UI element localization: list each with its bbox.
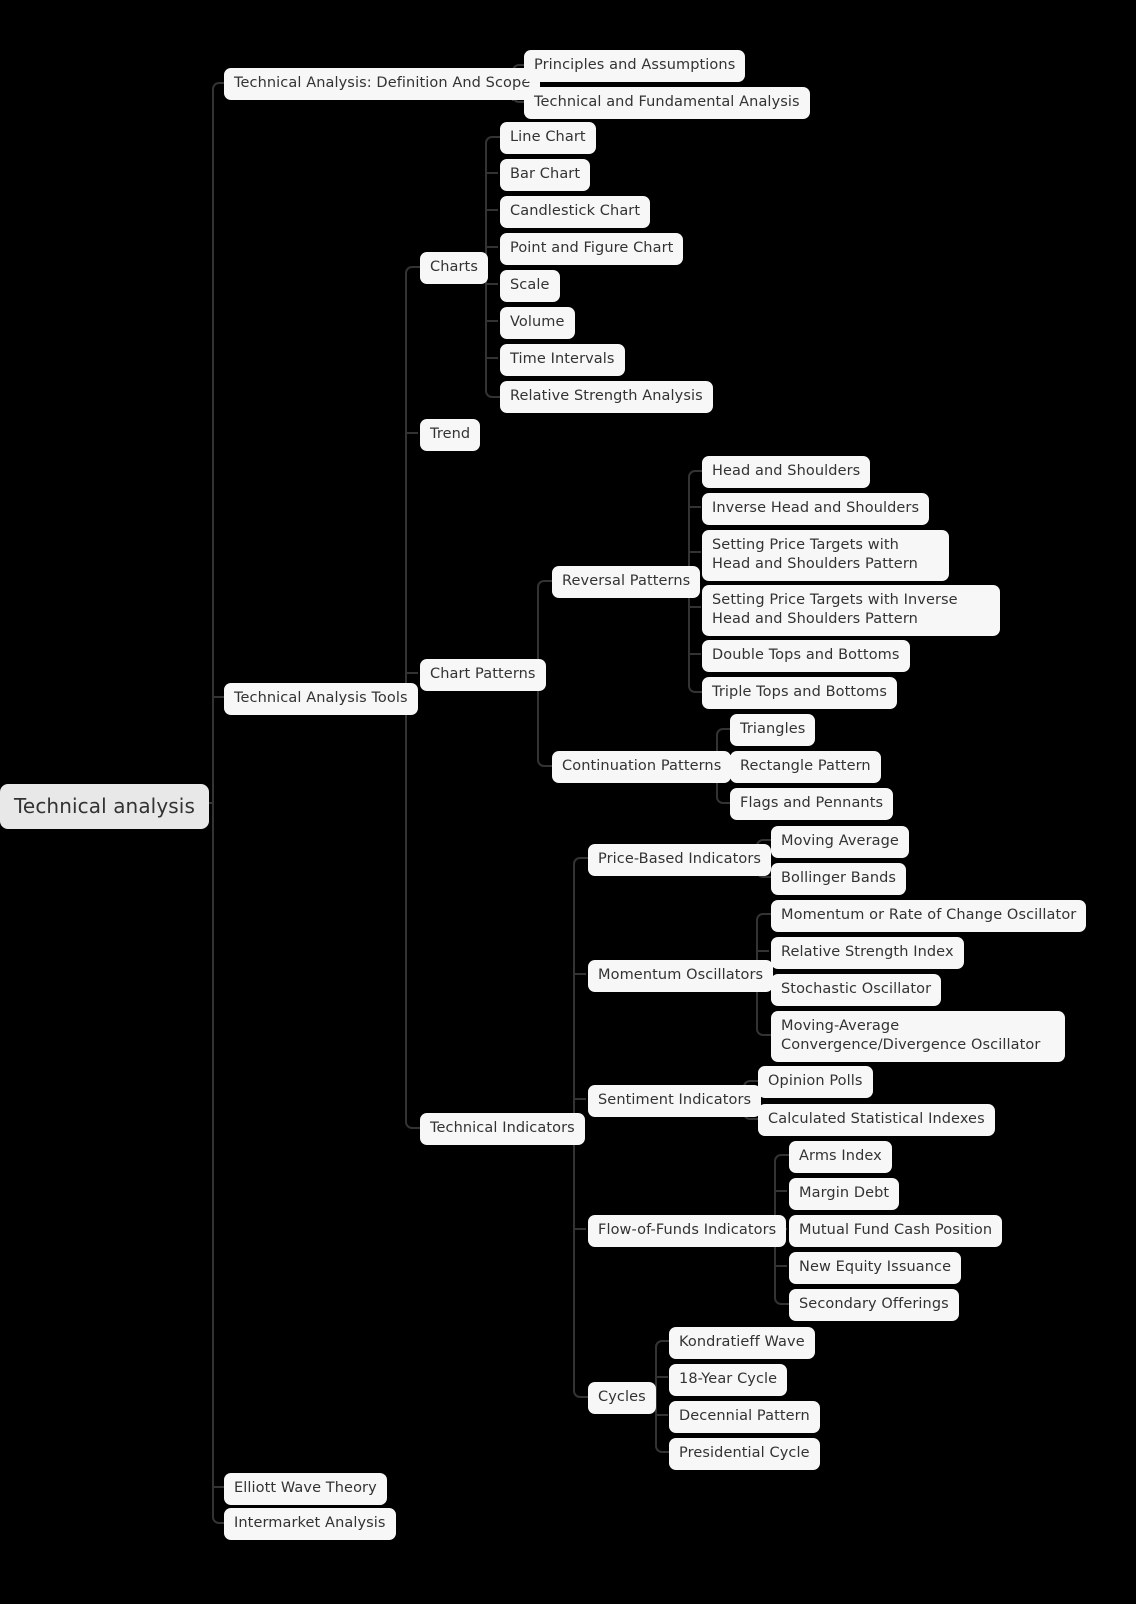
node-calculated-statistical-indexes[interactable]: Calculated Statistical Indexes xyxy=(758,1104,995,1136)
connector-charts-child-4 xyxy=(485,283,498,285)
node-intermarket-analysis[interactable]: Intermarket Analysis xyxy=(224,1508,396,1540)
node-candlestick-chart[interactable]: Candlestick Chart xyxy=(500,196,651,228)
node-relative-strength-analysis[interactable]: Relative Strength Analysis xyxy=(500,381,713,413)
connector-momentum-child-3 xyxy=(756,1026,771,1036)
connector-indicators-sentiment xyxy=(573,1098,586,1100)
connector-charts-child-6 xyxy=(485,357,498,359)
node-elliott-wave-theory[interactable]: Elliott Wave Theory xyxy=(224,1473,387,1505)
connector-charts-child-1 xyxy=(485,172,498,174)
connector-reversal-child-1 xyxy=(688,506,701,508)
node-secondary-offerings[interactable]: Secondary Offerings xyxy=(789,1289,959,1321)
node-principles-and-assumptions[interactable]: Principles and Assumptions xyxy=(524,50,746,82)
node-setting-price-targets-head-and-shoulders[interactable]: Setting Price Targets with Head and Shou… xyxy=(702,530,949,581)
connector-reversal-child-0 xyxy=(688,470,703,480)
node-18-year-cycle[interactable]: 18-Year Cycle xyxy=(669,1364,788,1396)
node-continuation-patterns[interactable]: Continuation Patterns xyxy=(552,751,732,783)
node-inverse-head-and-shoulders[interactable]: Inverse Head and Shoulders xyxy=(702,493,930,525)
connector-tools-charts xyxy=(405,266,420,276)
node-flow-of-funds-indicators[interactable]: Flow-of-Funds Indicators xyxy=(588,1215,787,1247)
connector-flow-child-1 xyxy=(774,1190,787,1192)
node-trend[interactable]: Trend xyxy=(420,419,481,451)
node-bar-chart[interactable]: Bar Chart xyxy=(500,159,591,191)
connector-charts-child-7 xyxy=(485,388,500,398)
node-head-and-shoulders[interactable]: Head and Shoulders xyxy=(702,456,871,488)
connector-flow-child-4 xyxy=(774,1295,789,1305)
node-bollinger-bands[interactable]: Bollinger Bands xyxy=(771,863,907,895)
node-volume[interactable]: Volume xyxy=(500,307,575,339)
node-line-chart[interactable]: Line Chart xyxy=(500,122,596,154)
node-technical-analysis-tools[interactable]: Technical Analysis Tools xyxy=(224,683,418,715)
node-relative-strength-index[interactable]: Relative Strength Index xyxy=(771,937,964,969)
connector-indicators-momentum xyxy=(573,973,586,975)
node-double-tops-and-bottoms[interactable]: Double Tops and Bottoms xyxy=(702,640,910,672)
connector-momentum-child-0 xyxy=(756,913,771,923)
node-point-and-figure-chart[interactable]: Point and Figure Chart xyxy=(500,233,684,265)
connector-chart-patterns-reversal xyxy=(537,580,552,590)
node-new-equity-issuance[interactable]: New Equity Issuance xyxy=(789,1252,962,1284)
node-opinion-polls[interactable]: Opinion Polls xyxy=(758,1066,873,1098)
connector-chart-patterns-continuation xyxy=(537,757,552,767)
node-triangles[interactable]: Triangles xyxy=(730,714,816,746)
node-stochastic-oscillator[interactable]: Stochastic Oscillator xyxy=(771,974,942,1006)
node-setting-price-targets-inverse-head-and-shoulders[interactable]: Setting Price Targets with Inverse Head … xyxy=(702,585,1000,636)
node-scale[interactable]: Scale xyxy=(500,270,560,302)
node-margin-debt[interactable]: Margin Debt xyxy=(789,1178,900,1210)
node-momentum-or-rate-of-change-oscillator[interactable]: Momentum or Rate of Change Oscillator xyxy=(771,900,1087,932)
node-triple-tops-and-bottoms[interactable]: Triple Tops and Bottoms xyxy=(702,677,898,709)
node-mutual-fund-cash-position[interactable]: Mutual Fund Cash Position xyxy=(789,1215,1003,1247)
node-arms-index[interactable]: Arms Index xyxy=(789,1141,892,1173)
connector-continuation-child-2 xyxy=(716,794,731,804)
connector-reversal-child-2 xyxy=(688,551,701,553)
connector-l1-spine xyxy=(212,89,214,1514)
node-sentiment-indicators[interactable]: Sentiment Indicators xyxy=(588,1085,762,1117)
node-technical-indicators[interactable]: Technical Indicators xyxy=(420,1113,585,1145)
connector-reversal-child-3 xyxy=(688,606,701,608)
connector-cycles-child-3 xyxy=(655,1443,670,1453)
connector-reversal-child-4 xyxy=(688,653,701,655)
connector-cycles-child-1 xyxy=(655,1376,668,1378)
connector-tools-chart-patterns xyxy=(405,672,418,674)
node-cycles[interactable]: Cycles xyxy=(588,1382,656,1414)
node-presidential-cycle[interactable]: Presidential Cycle xyxy=(669,1438,820,1470)
connector-cycles-child-2 xyxy=(655,1414,668,1416)
connector-charts-child-5 xyxy=(485,320,498,322)
node-charts[interactable]: Charts xyxy=(420,252,489,284)
node-moving-average[interactable]: Moving Average xyxy=(771,826,909,858)
node-kondratieff-wave[interactable]: Kondratieff Wave xyxy=(669,1327,815,1359)
node-time-intervals[interactable]: Time Intervals xyxy=(500,344,625,376)
node-technical-analysis-definition-and-scope[interactable]: Technical Analysis: Definition And Scope xyxy=(224,68,541,100)
connector-flow-child-3 xyxy=(774,1265,787,1267)
node-rectangle-pattern[interactable]: Rectangle Pattern xyxy=(730,751,881,783)
connector-reversal-child-5 xyxy=(688,683,703,693)
connector-charts-child-3 xyxy=(485,246,498,248)
node-moving-average-convergence-divergence-oscillator[interactable]: Moving-Average Convergence/Divergence Os… xyxy=(771,1011,1065,1062)
connector-tools-technical-indicators xyxy=(405,1119,420,1129)
mindmap-canvas: Technical analysis Technical Analysis: D… xyxy=(0,0,1136,1604)
connector-cycles-child-0 xyxy=(655,1340,670,1350)
node-reversal-patterns[interactable]: Reversal Patterns xyxy=(552,566,701,598)
node-price-based-indicators[interactable]: Price-Based Indicators xyxy=(588,844,772,876)
node-chart-patterns[interactable]: Chart Patterns xyxy=(420,659,546,691)
connector-momentum-child-1 xyxy=(756,950,769,952)
connector-continuation-child-0 xyxy=(716,728,731,738)
connector-indicators-cycles xyxy=(573,1388,588,1398)
connector-charts-child-0 xyxy=(485,136,500,146)
node-technical-and-fundamental-analysis[interactable]: Technical and Fundamental Analysis xyxy=(524,87,810,119)
connector-indicators-flow xyxy=(573,1228,586,1230)
connector-flow-child-0 xyxy=(774,1154,789,1164)
node-momentum-oscillators[interactable]: Momentum Oscillators xyxy=(588,960,774,992)
connector-charts-child-2 xyxy=(485,209,498,211)
node-decennial-pattern[interactable]: Decennial Pattern xyxy=(669,1401,820,1433)
node-flags-and-pennants[interactable]: Flags and Pennants xyxy=(730,788,894,820)
connector-indicators-price-based xyxy=(573,857,588,867)
mindmap-root-node[interactable]: Technical analysis xyxy=(0,784,209,829)
connector-tools-trend xyxy=(405,432,418,434)
